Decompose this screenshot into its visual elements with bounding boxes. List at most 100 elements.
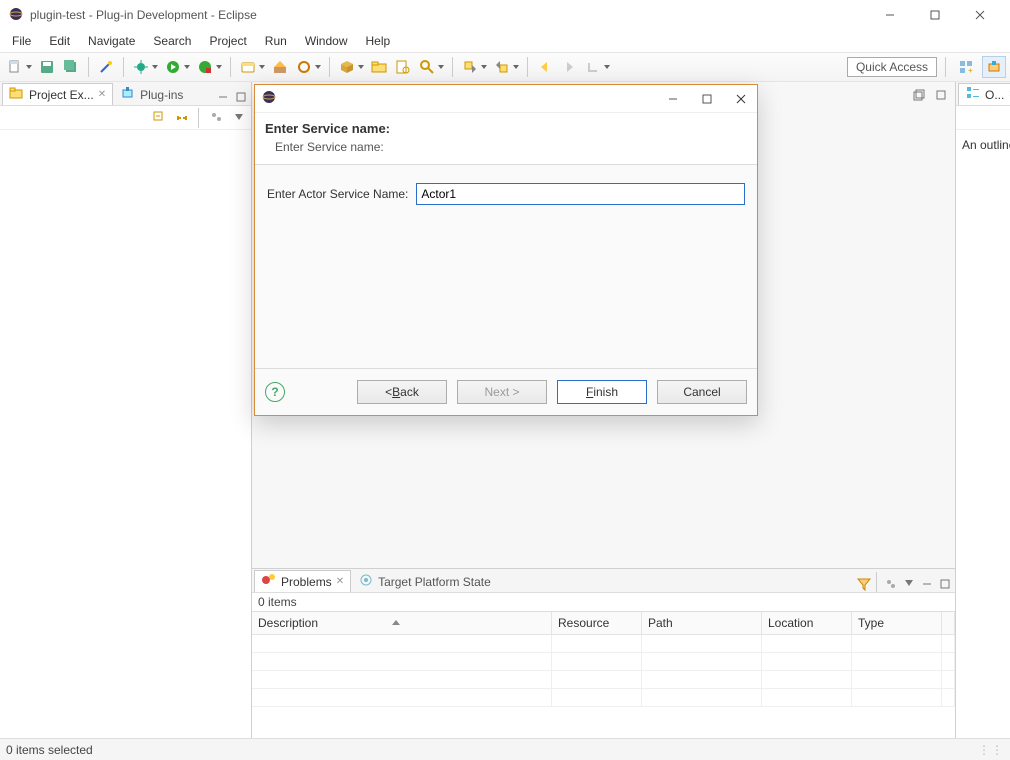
window-close-button[interactable] [957, 1, 1002, 29]
menu-navigate[interactable]: Navigate [80, 32, 143, 50]
problems-table: Description Resource Path Location Type [252, 611, 955, 707]
tab-label: Project Ex... [29, 88, 94, 102]
open-plugin-artifact-button[interactable] [237, 56, 259, 78]
target-icon [358, 572, 374, 591]
next-button: Next > [457, 380, 547, 404]
menubar: File Edit Navigate Search Project Run Wi… [0, 30, 1010, 52]
view-minimize-button[interactable] [215, 89, 231, 105]
tab-outline[interactable]: O... ✕ [958, 83, 1010, 105]
col-description[interactable]: Description [252, 612, 552, 635]
tab-plugins[interactable]: Plug-ins [113, 83, 190, 105]
nav-back-button[interactable] [534, 56, 556, 78]
close-icon[interactable]: ✕ [98, 89, 106, 100]
search-button[interactable] [416, 56, 438, 78]
table-row[interactable] [252, 653, 955, 671]
col-path[interactable]: Path [642, 612, 762, 635]
quick-access-field[interactable]: Quick Access [847, 57, 937, 77]
menu-help[interactable]: Help [358, 32, 399, 50]
cancel-button[interactable]: Cancel [657, 380, 747, 404]
window-titlebar: plugin-test - Plug-in Development - Ecli… [0, 0, 1010, 30]
collapse-all-button[interactable] [152, 110, 168, 126]
main-toolbar: Quick Access + [0, 52, 1010, 82]
col-location[interactable]: Location [762, 612, 852, 635]
service-name-label: Enter Actor Service Name: [267, 187, 408, 201]
toolbar-separator [198, 108, 199, 128]
prev-annotation-button[interactable] [491, 56, 513, 78]
toolbar-separator [88, 57, 89, 77]
tab-problems[interactable]: Problems ✕ [254, 570, 351, 592]
editor-restore-button[interactable] [911, 87, 927, 103]
window-maximize-button[interactable] [912, 1, 957, 29]
open-type-button[interactable] [336, 56, 358, 78]
statusbar: 0 items selected ⋮⋮ [0, 738, 1010, 760]
col-resource[interactable]: Resource [552, 612, 642, 635]
save-all-button[interactable] [60, 56, 82, 78]
link-editor-button[interactable] [174, 110, 190, 126]
dialog-minimize-button[interactable] [663, 89, 683, 109]
table-row[interactable] [252, 635, 955, 653]
dialog-subtitle: Enter Service name: [275, 140, 747, 154]
tab-label: Plug-ins [140, 88, 183, 102]
col-type[interactable]: Type [852, 612, 942, 635]
menu-run[interactable]: Run [257, 32, 295, 50]
status-text: 0 items selected [6, 743, 93, 757]
toolbar-separator [329, 57, 330, 77]
view-maximize-button[interactable] [233, 89, 249, 105]
mnemonic: F [586, 385, 593, 399]
window-minimize-button[interactable] [867, 1, 912, 29]
filters-button[interactable] [209, 110, 225, 126]
view-menu-button[interactable] [901, 576, 917, 592]
view-menu-button[interactable] [231, 110, 247, 126]
toolbar-separator [876, 572, 877, 592]
menu-file[interactable]: File [4, 32, 39, 50]
service-name-input[interactable] [416, 183, 745, 205]
open-perspective-button[interactable]: + [954, 56, 978, 78]
window-title: plugin-test - Plug-in Development - Ecli… [30, 8, 257, 22]
tab-target-platform[interactable]: Target Platform State [351, 570, 498, 592]
open-resource-button[interactable] [392, 56, 414, 78]
dialog-maximize-button[interactable] [697, 89, 717, 109]
mnemonic: B [392, 385, 400, 399]
table-row[interactable] [252, 689, 955, 707]
view-minimize-button[interactable] [919, 576, 935, 592]
resize-grip-icon: ⋮⋮ [978, 743, 1004, 757]
wand-icon[interactable] [95, 56, 117, 78]
menu-search[interactable]: Search [145, 32, 199, 50]
tab-label: Problems [281, 575, 332, 589]
save-button[interactable] [36, 56, 58, 78]
help-button[interactable]: ? [265, 382, 285, 402]
run-last-button[interactable] [194, 56, 216, 78]
menu-project[interactable]: Project [201, 32, 254, 50]
back-button[interactable]: < Back [357, 380, 447, 404]
problems-filter-button[interactable] [856, 576, 872, 592]
dialog-close-button[interactable] [731, 89, 751, 109]
plugin-icon [120, 85, 136, 104]
run-button[interactable] [162, 56, 184, 78]
nav-history-button[interactable] [582, 56, 604, 78]
toolbar-separator [527, 57, 528, 77]
outline-icon [965, 85, 981, 104]
problems-focus-button[interactable] [883, 576, 899, 592]
menu-edit[interactable]: Edit [41, 32, 78, 50]
close-icon[interactable]: ✕ [336, 576, 344, 587]
new-button[interactable] [4, 56, 26, 78]
menu-window[interactable]: Window [297, 32, 356, 50]
project-explorer-body[interactable] [0, 130, 251, 738]
tab-label: O... [985, 88, 1004, 102]
open-folder-button[interactable] [368, 56, 390, 78]
finish-button[interactable]: Finish [557, 380, 647, 404]
folder-nav-icon [9, 85, 25, 104]
view-maximize-button[interactable] [937, 576, 953, 592]
editor-maximize-button[interactable] [933, 87, 949, 103]
table-row[interactable] [252, 671, 955, 689]
debug-button[interactable] [130, 56, 152, 78]
next-annotation-button[interactable] [459, 56, 481, 78]
plugin-dev-perspective-button[interactable] [982, 56, 1006, 78]
wizard-dialog: Enter Service name: Enter Service name: … [254, 84, 758, 416]
tab-project-explorer[interactable]: Project Ex... ✕ [2, 83, 113, 105]
outline-panel: O... ✕ T... An outline is not available. [956, 82, 1010, 738]
toolbar-separator [452, 57, 453, 77]
nav-forward-button[interactable] [558, 56, 580, 78]
build-button[interactable] [269, 56, 291, 78]
external-tools-button[interactable] [293, 56, 315, 78]
